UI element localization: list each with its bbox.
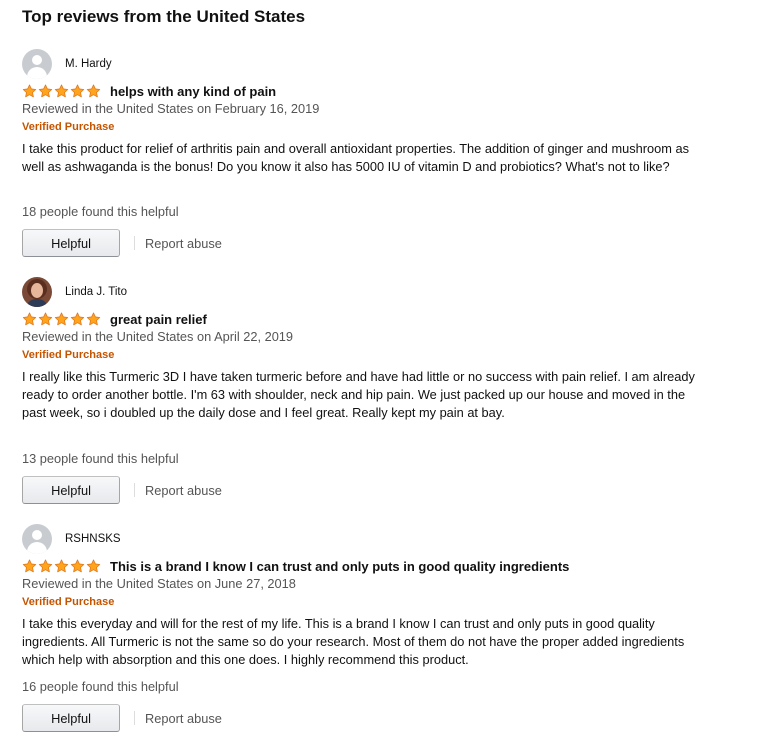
star-icon (22, 312, 37, 326)
reviews-page: Top reviews from the United States M. Ha… (0, 0, 780, 740)
review-actions: Helpful Report abuse (22, 704, 222, 732)
review-date: Reviewed in the United States on Februar… (22, 101, 320, 116)
star-icon (54, 312, 69, 326)
report-abuse-link[interactable]: Report abuse (145, 483, 222, 498)
star-icon (70, 312, 85, 326)
helpful-count: 13 people found this helpful (22, 451, 179, 466)
verified-purchase-badge[interactable]: Verified Purchase (22, 121, 114, 133)
reviewer-name[interactable]: Linda J. Tito (65, 286, 127, 298)
report-abuse-link[interactable]: Report abuse (145, 236, 222, 251)
star-icon (54, 84, 69, 98)
helpful-button[interactable]: Helpful (22, 229, 120, 257)
review-title-row: helps with any kind of pain (22, 82, 276, 100)
review-body: I take this product for relief of arthri… (22, 141, 689, 174)
star-icon (38, 312, 53, 326)
star-icon (86, 84, 101, 98)
verified-purchase-badge[interactable]: Verified Purchase (22, 349, 114, 361)
star-icon (86, 312, 101, 326)
review-body: I really like this Turmeric 3D I have ta… (22, 369, 695, 420)
star-rating[interactable] (22, 559, 101, 573)
review-title[interactable]: great pain relief (110, 312, 207, 327)
star-icon (22, 559, 37, 573)
divider (134, 236, 135, 250)
helpful-button[interactable]: Helpful (22, 476, 120, 504)
reviewer-name[interactable]: M. Hardy (65, 58, 112, 70)
helpful-count: 18 people found this helpful (22, 204, 179, 219)
divider (134, 711, 135, 725)
review-title[interactable]: helps with any kind of pain (110, 84, 276, 99)
divider (134, 483, 135, 497)
default-avatar-icon (22, 49, 52, 79)
review-title[interactable]: This is a brand I know I can trust and o… (110, 559, 569, 574)
review-title-row: This is a brand I know I can trust and o… (22, 557, 569, 575)
star-rating[interactable] (22, 84, 101, 98)
reviewer-profile[interactable]: Linda J. Tito (22, 277, 127, 307)
review-body: I take this everyday and will for the re… (22, 616, 685, 667)
helpful-button[interactable]: Helpful (22, 704, 120, 732)
star-rating[interactable] (22, 312, 101, 326)
section-title: Top reviews from the United States (22, 7, 306, 26)
report-abuse-link[interactable]: Report abuse (145, 711, 222, 726)
reviewer-profile[interactable]: M. Hardy (22, 49, 112, 79)
star-icon (38, 559, 53, 573)
review-date: Reviewed in the United States on April 2… (22, 329, 294, 344)
review-title-row: great pain relief (22, 310, 207, 328)
review-date: Reviewed in the United States on June 27… (22, 576, 296, 591)
helpful-count: 16 people found this helpful (22, 679, 179, 694)
reviewer-name[interactable]: RSHNSKS (65, 533, 121, 545)
reviewer-profile[interactable]: RSHNSKS (22, 524, 121, 554)
verified-purchase-badge[interactable]: Verified Purchase (22, 596, 114, 608)
star-icon (86, 559, 101, 573)
profile-photo (22, 277, 52, 307)
review-actions: Helpful Report abuse (22, 229, 222, 257)
star-icon (70, 84, 85, 98)
star-icon (22, 84, 37, 98)
review-actions: Helpful Report abuse (22, 476, 222, 504)
star-icon (38, 84, 53, 98)
star-icon (54, 559, 69, 573)
star-icon (70, 559, 85, 573)
default-avatar-icon (22, 524, 52, 554)
